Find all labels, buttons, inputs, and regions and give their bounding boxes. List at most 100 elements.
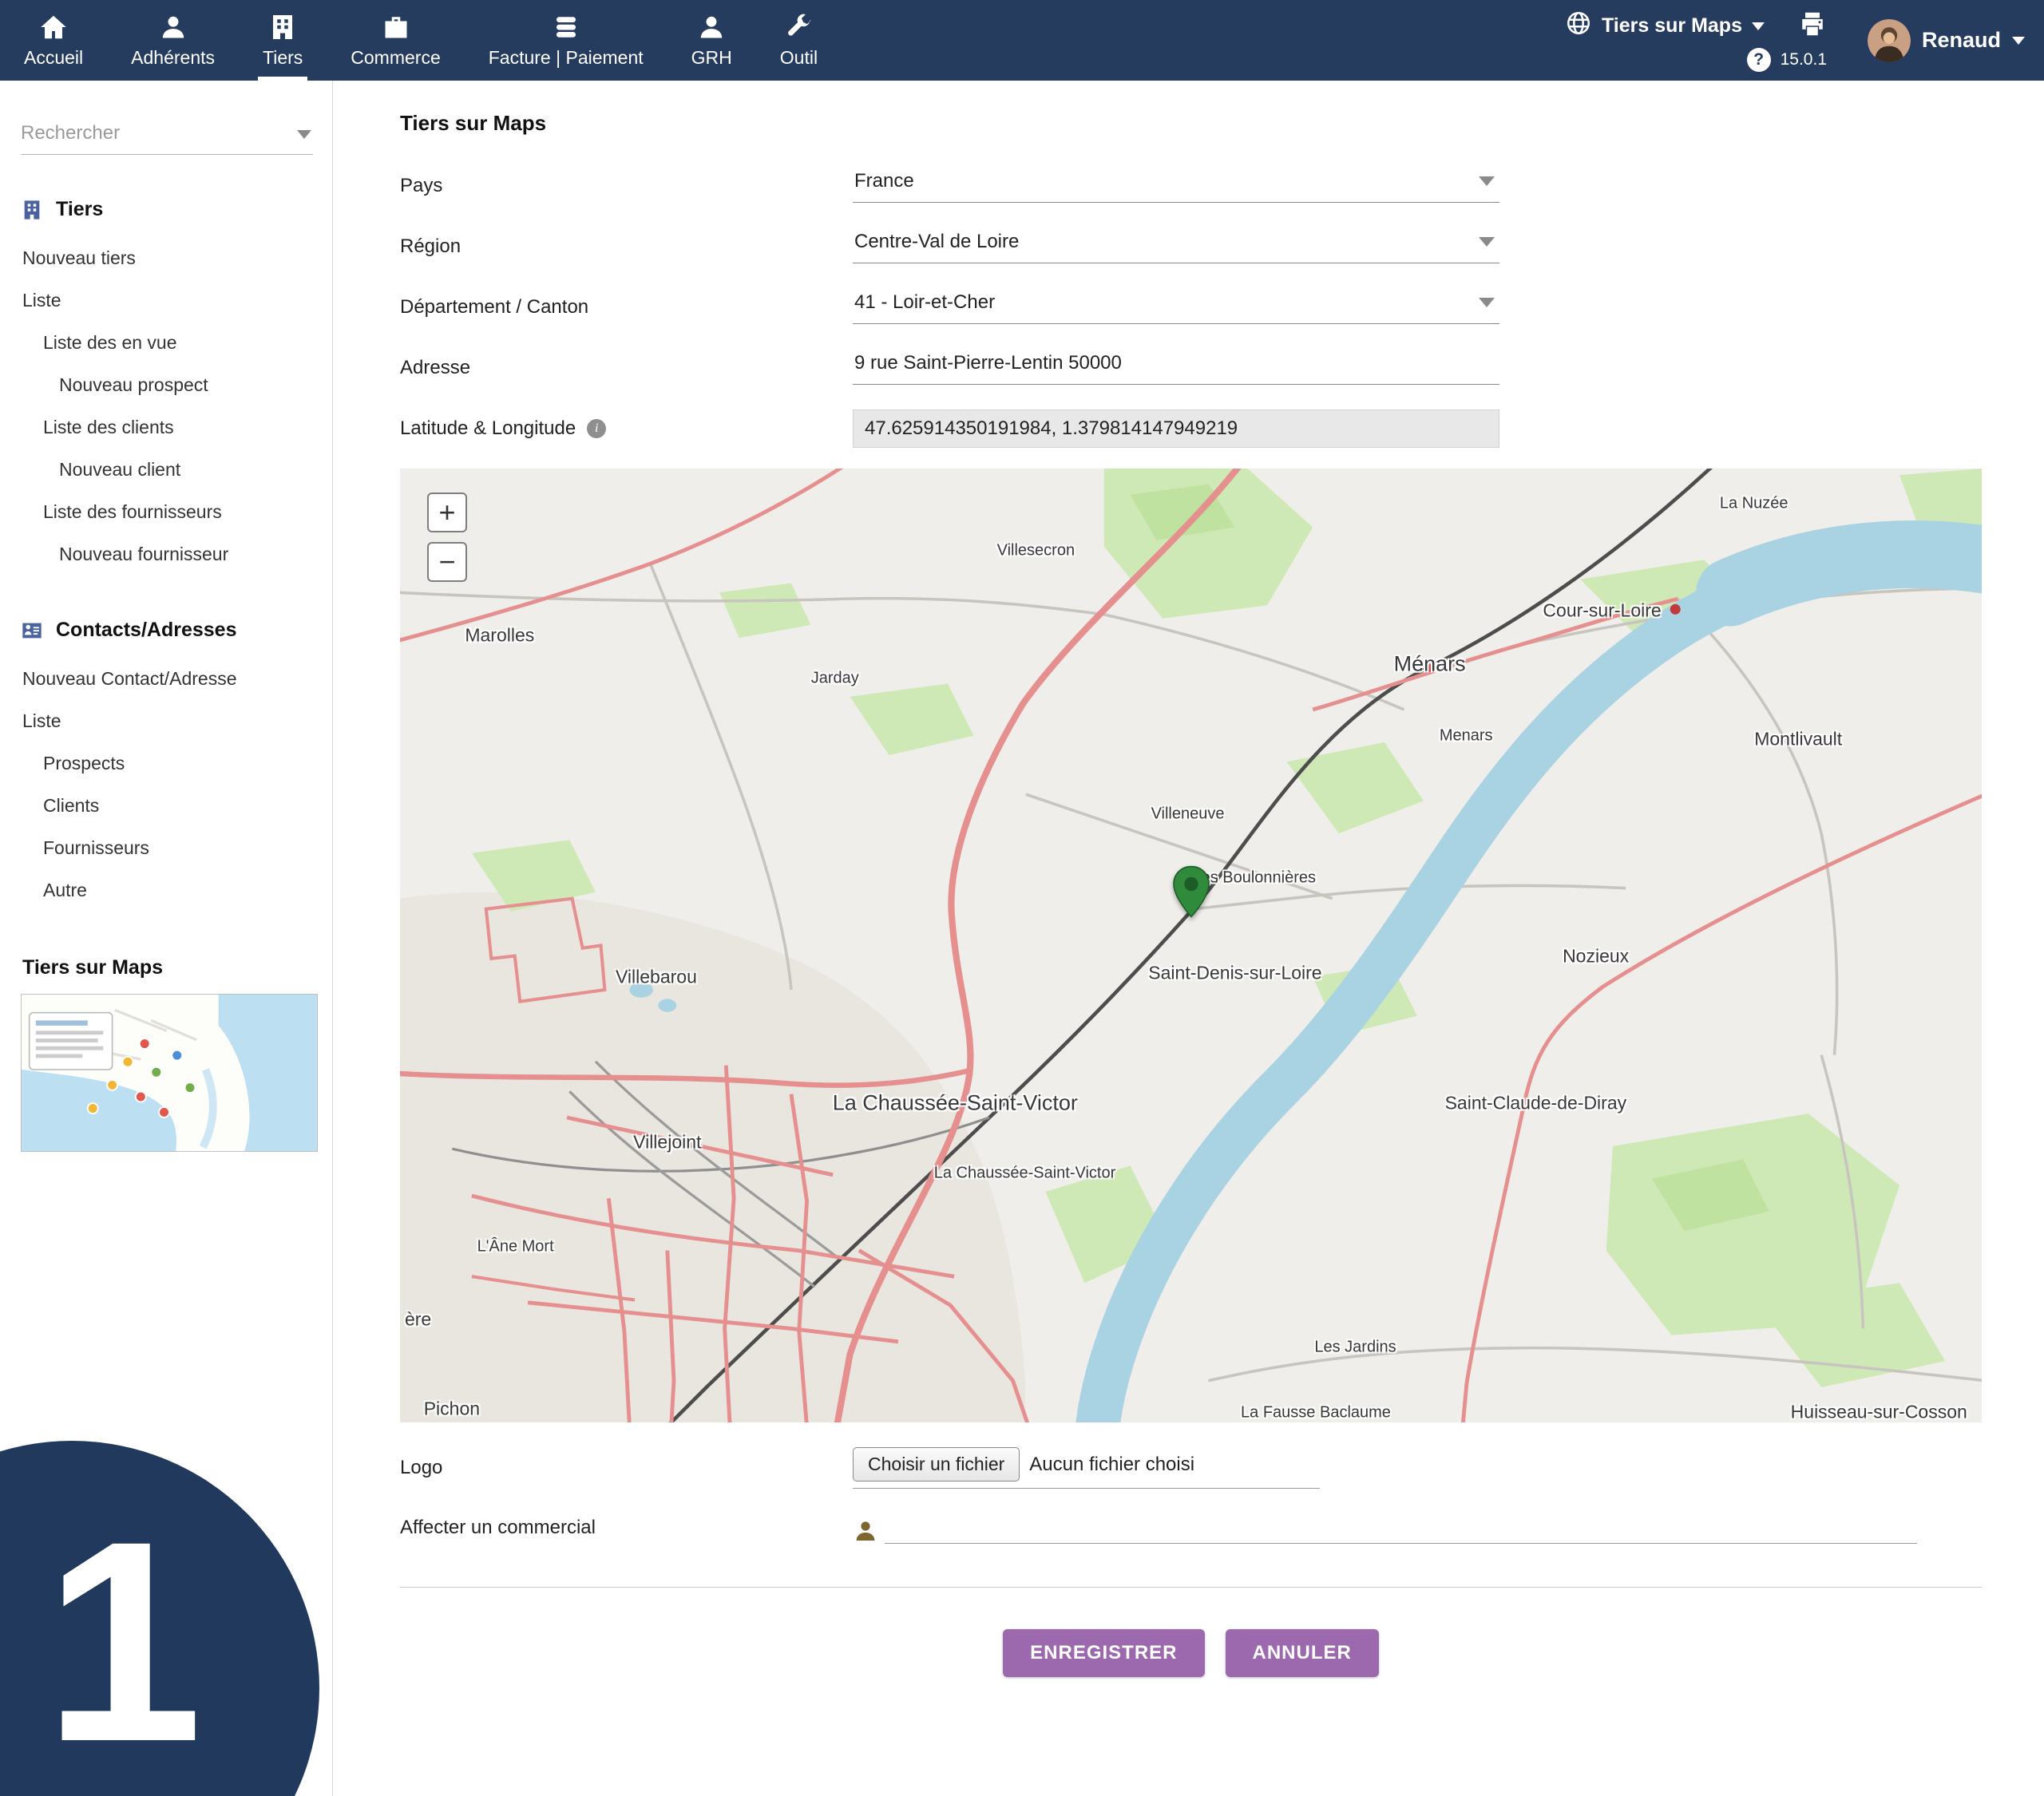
sidebar-item[interactable]: Liste bbox=[0, 700, 332, 742]
nav-item-label: Commerce bbox=[351, 47, 440, 69]
map[interactable]: + − La NuzéeVillesecronCour-sur-LoireMén… bbox=[400, 469, 1982, 1422]
print-button[interactable] bbox=[1798, 10, 1827, 42]
map-place-label: Saint-Claude-de-Diray bbox=[1445, 1092, 1627, 1114]
choose-file-button[interactable]: Choisir un fichier bbox=[853, 1447, 1020, 1482]
zoom-out-button[interactable]: − bbox=[427, 542, 467, 582]
sidebar-item[interactable]: Nouveau prospect bbox=[0, 364, 332, 406]
user-name: Renaud bbox=[1922, 28, 2001, 53]
sidebar-item[interactable]: Nouveau tiers bbox=[0, 237, 332, 279]
input-adresse[interactable]: 9 rue Saint-Pierre-Lentin 50000 bbox=[853, 352, 1499, 385]
user-icon bbox=[159, 13, 188, 42]
sidebar-sections: TiersNouveau tiersListeListe des en vueN… bbox=[0, 198, 332, 912]
active-tab-indicator bbox=[258, 77, 307, 81]
sidebar-item[interactable]: Clients bbox=[0, 785, 332, 827]
sidebar-item[interactable]: Autre bbox=[0, 869, 332, 912]
map-place-label: La Nuzée bbox=[1720, 495, 1788, 513]
chevron-down-icon bbox=[1479, 298, 1495, 307]
chevron-down-icon bbox=[1752, 22, 1765, 30]
form-row-latlong: Latitude & Longitudei47.625914350191984,… bbox=[400, 398, 1982, 459]
map-marker-pin[interactable] bbox=[1172, 865, 1210, 918]
nav-item-accueil[interactable]: Accueil bbox=[0, 0, 107, 81]
field-value-wrap-region: Centre-Val de Loire bbox=[853, 231, 1499, 263]
map-place-label: Villejoint bbox=[633, 1131, 701, 1153]
page-title: Tiers sur Maps bbox=[400, 111, 1982, 136]
form-row-region: Région Centre-Val de Loire bbox=[400, 216, 1982, 277]
nav-item-tiers[interactable]: Tiers bbox=[239, 0, 327, 81]
maps-thumbnail-image bbox=[22, 995, 317, 1151]
sidebar-section-label: Contacts/Adresses bbox=[56, 619, 236, 642]
map-labels: La NuzéeVillesecronCour-sur-LoireMénarsM… bbox=[400, 469, 1982, 1422]
annotation-step-number: 1 bbox=[44, 1498, 203, 1784]
nav-item-label: Tiers bbox=[263, 47, 303, 69]
form-row-departement: Département / Canton41 - Loir-et-Cher bbox=[400, 277, 1982, 338]
form-divider bbox=[400, 1587, 1982, 1588]
logo-label: Logo bbox=[400, 1457, 853, 1479]
nav-item-grh[interactable]: GRH bbox=[667, 0, 756, 81]
nav-item-facture-paiement[interactable]: Facture | Paiement bbox=[465, 0, 667, 81]
nav-item-label: Outil bbox=[780, 47, 818, 69]
map-place-label: Villesecron bbox=[997, 541, 1075, 560]
sidebar-widget-title: Tiers sur Maps bbox=[22, 956, 332, 979]
nav-item-commerce[interactable]: Commerce bbox=[327, 0, 464, 81]
map-place-label: Ménars bbox=[1394, 651, 1466, 676]
commercial-input[interactable] bbox=[885, 1512, 1917, 1544]
sidebar-item[interactable]: Nouveau Contact/Adresse bbox=[0, 658, 332, 700]
chevron-down-icon bbox=[2012, 37, 2025, 45]
sidebar-item[interactable]: Fournisseurs bbox=[0, 827, 332, 869]
file-status-text: Aucun fichier choisi bbox=[1029, 1454, 1194, 1476]
map-place-label: Jarday bbox=[811, 669, 859, 687]
nav-item-outil[interactable]: Outil bbox=[756, 0, 842, 81]
module-selector[interactable]: Tiers sur Maps bbox=[1565, 10, 1765, 42]
form-actions: ENREGISTRER ANNULER bbox=[400, 1629, 1982, 1677]
search-input[interactable] bbox=[21, 122, 290, 144]
field-label-text: Adresse bbox=[400, 357, 470, 379]
contact-card-icon bbox=[21, 619, 43, 642]
sidebar-item[interactable]: Liste des clients bbox=[0, 406, 332, 449]
commercial-field bbox=[853, 1512, 1917, 1544]
field-value-wrap-adresse: 9 rue Saint-Pierre-Lentin 50000 bbox=[853, 352, 1499, 385]
form-row-pays: PaysFrance bbox=[400, 156, 1982, 216]
search-dropdown-caret[interactable] bbox=[297, 130, 311, 139]
sidebar-item[interactable]: Liste des fournisseurs bbox=[0, 491, 332, 533]
info-icon[interactable]: i bbox=[587, 419, 606, 438]
select-departement[interactable]: 41 - Loir-et-Cher bbox=[853, 291, 1499, 324]
avatar bbox=[1868, 19, 1911, 62]
help-icon[interactable]: ? bbox=[1747, 48, 1771, 72]
field-label-latlong: Latitude & Longitudei bbox=[400, 417, 853, 440]
briefcase-icon bbox=[382, 13, 410, 42]
select-pays[interactable]: France bbox=[853, 170, 1499, 203]
sidebar-item[interactable]: Liste des en vue bbox=[0, 322, 332, 364]
field-label-text: Région bbox=[400, 235, 461, 258]
map-place-label: Villeneuve bbox=[1151, 805, 1225, 823]
sidebar-item[interactable]: Nouveau fournisseur bbox=[0, 533, 332, 576]
select-region[interactable]: Centre-Val de Loire bbox=[853, 231, 1499, 263]
logo-row: Logo Choisir un fichier Aucun fichier ch… bbox=[400, 1440, 1982, 1496]
zoom-in-button[interactable]: + bbox=[427, 493, 467, 532]
printer-icon bbox=[1798, 28, 1827, 42]
top-nav: AccueilAdhérents Tiers Commerce Facture | P… bbox=[0, 0, 2044, 81]
map-place-label: Villebarou bbox=[616, 966, 697, 987]
file-input[interactable]: Choisir un fichier Aucun fichier choisi bbox=[853, 1447, 1320, 1489]
nav-item-adherents[interactable]: Adhérents bbox=[107, 0, 239, 81]
field-label-pays: Pays bbox=[400, 175, 853, 197]
commercial-row: Affecter un commercial bbox=[400, 1496, 1982, 1560]
search-box bbox=[21, 122, 313, 155]
map-place-label: Nozieux bbox=[1563, 945, 1629, 967]
field-value-wrap-latlong: 47.625914350191984, 1.379814147949219 bbox=[853, 409, 1499, 448]
cancel-button[interactable]: ANNULER bbox=[1226, 1629, 1379, 1677]
chevron-down-icon bbox=[1479, 237, 1495, 247]
field-label-region: Région bbox=[400, 235, 853, 258]
map-place-label: ère bbox=[405, 1308, 431, 1330]
field-value-wrap-departement: 41 - Loir-et-Cher bbox=[853, 291, 1499, 324]
building-icon bbox=[21, 199, 43, 221]
home-icon bbox=[39, 13, 68, 42]
save-button[interactable]: ENREGISTRER bbox=[1003, 1629, 1204, 1677]
sidebar-item[interactable]: Prospects bbox=[0, 742, 332, 785]
user-menu[interactable]: Renaud bbox=[1868, 0, 2025, 81]
readonly-latlong: 47.625914350191984, 1.379814147949219 bbox=[853, 409, 1499, 448]
sidebar-item[interactable]: Liste bbox=[0, 279, 332, 322]
form-fields: PaysFrance Région Centre-Val de Loire Dépar… bbox=[400, 156, 1982, 459]
sidebar-item[interactable]: Nouveau client bbox=[0, 449, 332, 491]
maps-thumbnail[interactable] bbox=[21, 994, 318, 1152]
map-place-label: Cour-sur-Loire bbox=[1543, 600, 1661, 622]
